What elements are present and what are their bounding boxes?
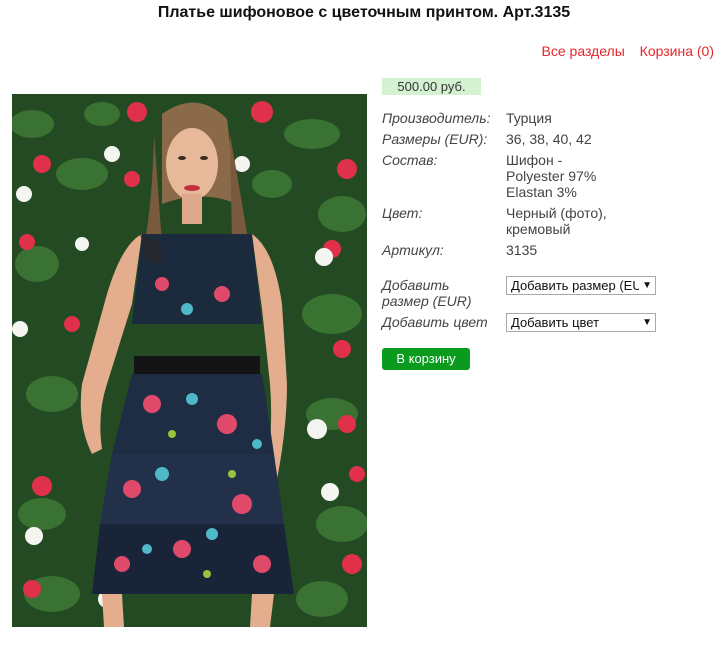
property-label: Артикул: — [382, 242, 444, 258]
add-color-selected: Добавить цвет — [511, 315, 600, 330]
property-value: 3135 — [506, 242, 538, 258]
property-label: Размеры (EUR): — [382, 131, 488, 147]
property-value: Черный (фото), — [506, 205, 607, 221]
add-size-label: Добавить размер (EUR) — [382, 277, 472, 309]
add-color-select[interactable]: Добавить цвет ▼ — [506, 313, 656, 332]
product-photo[interactable] — [12, 94, 367, 627]
property-label: Цвет: — [382, 205, 423, 221]
property-value: кремовый — [506, 221, 571, 237]
price-badge: 500.00 руб. — [382, 78, 481, 95]
page-title: Платье шифоновое с цветочным принтом. Ар… — [157, 4, 571, 21]
property-value: Турция — [506, 110, 552, 126]
dropdown-arrow-icon: ▼ — [642, 317, 652, 328]
dropdown-arrow-icon: ▼ — [642, 280, 652, 291]
property-value: Шифон - — [506, 152, 563, 168]
cart-link[interactable]: Корзина (0) — [640, 43, 714, 59]
add-color-label: Добавить цвет — [382, 314, 488, 330]
property-value: Elastan 3% — [506, 184, 577, 200]
property-value: Polyester 97% — [506, 168, 597, 184]
top-navigation: Все разделы Корзина (0) — [531, 43, 714, 59]
add-to-cart-button[interactable]: В корзину — [382, 348, 470, 370]
add-size-selected: Добавить размер (EUR) — [511, 278, 639, 293]
property-label: Производитель: — [382, 110, 491, 126]
property-label: Состав: — [382, 152, 438, 168]
add-size-select[interactable]: Добавить размер (EUR) ▼ — [506, 276, 656, 295]
all-sections-link[interactable]: Все разделы — [542, 43, 625, 59]
dress-photo-illustration — [12, 94, 367, 627]
property-value: 36, 38, 40, 42 — [506, 131, 592, 147]
